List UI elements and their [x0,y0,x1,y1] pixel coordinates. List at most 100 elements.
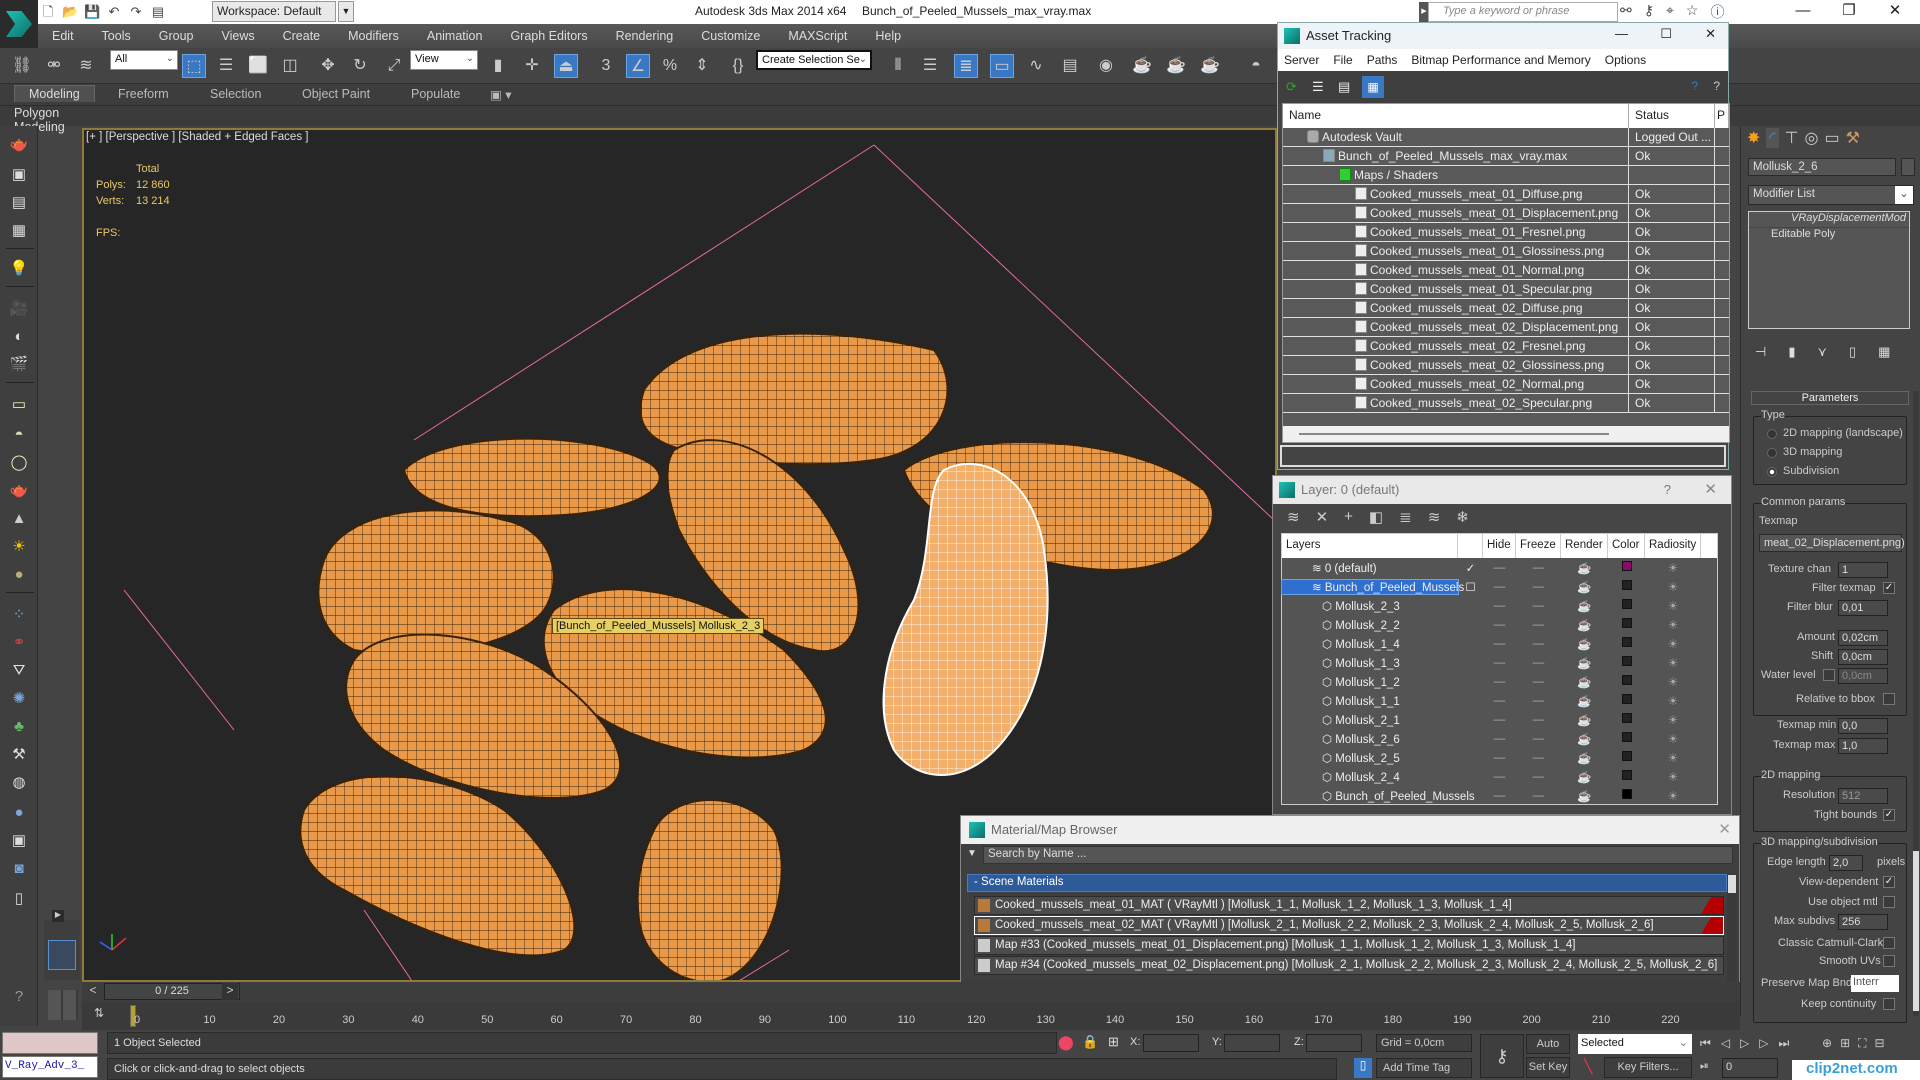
close-button[interactable]: ✕ [1705,26,1716,42]
sphere-light-icon[interactable]: ◯ [7,452,31,474]
close-button[interactable]: ✕ [1718,820,1731,838]
auto-key-button[interactable]: Auto Key [1526,1034,1570,1068]
keep-continuity-checkbox[interactable] [1883,998,1895,1010]
object-row[interactable]: ⬡ Mollusk_2_2— — ☕ ☀ [1282,615,1717,634]
render-toggle-icon[interactable]: ☕ [1561,561,1608,575]
layer-color-swatch[interactable] [1621,580,1632,590]
freeze-toggle[interactable]: — [1516,695,1561,707]
ribbon-tab-modeling[interactable]: Modeling [14,85,95,102]
asset-row[interactable]: Cooked_mussels_meat_02_Diffuse.png Ok [1283,299,1729,318]
maxscript-listener-input[interactable]: V_Ray_Adv_3_ [2,1056,98,1078]
add-to-layer-icon[interactable]: + [1344,508,1353,526]
scale-icon[interactable]: ⤢ [382,54,406,78]
menu-customize[interactable]: Customize [687,29,774,43]
layer-color-swatch[interactable] [1621,561,1632,571]
freeze-toggle[interactable]: — [1516,752,1561,764]
horizontal-scrollbar[interactable] [1283,426,1729,442]
undo-icon[interactable]: ↶ [106,4,122,20]
amount-spinner[interactable]: 0,02cm [1838,630,1888,646]
delete-layer-icon[interactable]: ✕ [1316,508,1329,526]
layer-color-swatch[interactable] [1621,694,1632,704]
go-to-end-icon[interactable]: ⏭ [1779,1036,1790,1051]
freeze-toggle[interactable]: — [1516,790,1561,802]
layer-color-swatch[interactable] [1621,637,1632,647]
zoom-all-icon[interactable]: ⊞ [1840,1036,1850,1051]
filter-texmap-checkbox[interactable]: ✓ [1883,582,1895,594]
default-tangent-icon[interactable]: ╲ [1584,1058,1592,1075]
hide-toggle[interactable]: — [1483,600,1516,612]
maxscript-listener-output[interactable] [2,1032,98,1054]
plane-object-icon[interactable]: ⛛ [7,660,31,682]
render-frame-icon[interactable]: ▣ [7,164,31,186]
go-to-start-icon[interactable]: ⏮ [1700,1036,1711,1051]
align-icon[interactable]: ☰ [918,54,942,78]
selection-filter-dropdown[interactable]: All ⌄ [110,50,178,70]
lock-selection-icon[interactable]: 🔒 [1082,1034,1098,1050]
texmap-max-spinner[interactable]: 1,0 [1838,738,1888,754]
layer-color-cell[interactable] [1608,789,1645,802]
scrollbar-thumb[interactable] [1728,875,1736,893]
radio-3d-mapping[interactable] [1767,448,1777,458]
ribbon-tab-selection[interactable]: Selection [210,87,261,101]
menu-animation[interactable]: Animation [413,29,497,43]
ribbon-tab-object-paint[interactable]: Object Paint [302,87,370,101]
rendered-frame-window-icon[interactable]: ☕ [1164,54,1188,78]
layout-single-button[interactable] [48,940,76,970]
favorites-star-icon[interactable]: ☆ [1686,2,1699,22]
z-coordinate-input[interactable] [1306,1034,1362,1052]
asset-row[interactable]: Autodesk Vault Logged Out ... [1283,128,1729,147]
freeze-toggle[interactable]: — [1516,733,1561,745]
layer-color-cell[interactable] [1608,637,1645,650]
modify-tab-icon[interactable]: ◜ [1766,128,1779,148]
render-toggle-icon[interactable]: ☕ [1561,751,1608,765]
asset-row[interactable]: Cooked_mussels_meat_01_Diffuse.png Ok [1283,185,1729,204]
render-toggle-icon[interactable]: ☕ [1561,713,1608,727]
radio-subdivision[interactable] [1767,467,1777,477]
asset-row[interactable]: Cooked_mussels_meat_02_Specular.png Ok [1283,394,1729,413]
menu-graph-editors[interactable]: Graph Editors [496,29,601,43]
object-row[interactable]: ⬡ Bunch_of_Peeled_Mussels — — ☕ ☀ [1282,786,1717,805]
browser-options-icon[interactable]: ▼ [967,848,977,859]
modifier-stack-item-vraydisplacement[interactable]: VRayDisplacementMod [1749,212,1909,228]
asset-tracking-title-bar[interactable]: Asset Tracking — ☐ ✕ [1278,23,1728,49]
preserve-map-bnd-dropdown[interactable]: Interr [1851,975,1899,992]
hide-toggle[interactable]: — [1483,657,1516,669]
project-folder-icon[interactable]: ▤ [150,4,166,20]
render-toggle-icon[interactable]: ☕ [1561,732,1608,746]
layer-color-cell[interactable] [1608,694,1645,707]
motion-tab-icon[interactable]: ◎ [1805,128,1819,148]
freeze-toggle[interactable]: — [1516,619,1561,631]
open-file-icon[interactable]: 📂 [62,4,78,20]
keyboard-shortcut-override-icon[interactable]: ⏏ [554,54,578,78]
curve-editor-icon[interactable]: ∿ [1024,54,1048,78]
layer-color-swatch[interactable] [1621,675,1632,685]
render-toggle-icon[interactable]: ☕ [1561,770,1608,784]
column-name[interactable]: Name [1283,104,1629,128]
layout-quad-button[interactable] [48,990,78,1020]
asset-row[interactable]: Cooked_mussels_meat_02_Glossiness.png Ok [1283,356,1729,375]
help-icon[interactable]: ? [1713,79,1720,93]
pivot-center-icon[interactable]: ▮ [486,54,510,78]
asset-row[interactable]: Cooked_mussels_meat_01_Specular.png Ok [1283,280,1729,299]
layer-manager-title-bar[interactable]: Layer: 0 (default) ? ✕ [1273,476,1731,504]
expand-arrow-icon[interactable]: ▶ [52,910,64,922]
current-layer-toggle[interactable]: ☐ [1458,580,1483,594]
layer-color-cell[interactable] [1608,713,1645,726]
asset-path-field[interactable] [1280,445,1726,467]
mirror-icon[interactable]: ⫴ [886,54,910,78]
layer-manager-icon[interactable]: ≣ [954,54,978,78]
layer-color-cell[interactable] [1608,599,1645,612]
hide-toggle[interactable]: — [1483,695,1516,707]
radiosity-sun-icon[interactable]: ☀ [1645,789,1701,803]
material-editor-icon[interactable]: ◉ [1094,54,1118,78]
material-item[interactable]: Cooked_mussels_meat_01_MAT ( VRayMtl ) [… [974,896,1724,915]
render-toggle-icon[interactable]: ☕ [1561,580,1608,594]
new-file-icon[interactable]: 🗋 [40,4,56,20]
freeze-toggle[interactable]: — [1516,714,1561,726]
filter-blur-spinner[interactable]: 0,01 [1838,600,1888,616]
object-row[interactable]: ⬡ Mollusk_2_5— — ☕ ☀ [1282,748,1717,767]
minimize-button[interactable]: — [1615,26,1628,41]
restore-button[interactable]: ❐ [1826,0,1872,24]
camera-icon[interactable]: 🎥 [7,298,31,320]
configure-modifier-sets-icon[interactable]: ▦ [1878,344,1890,360]
